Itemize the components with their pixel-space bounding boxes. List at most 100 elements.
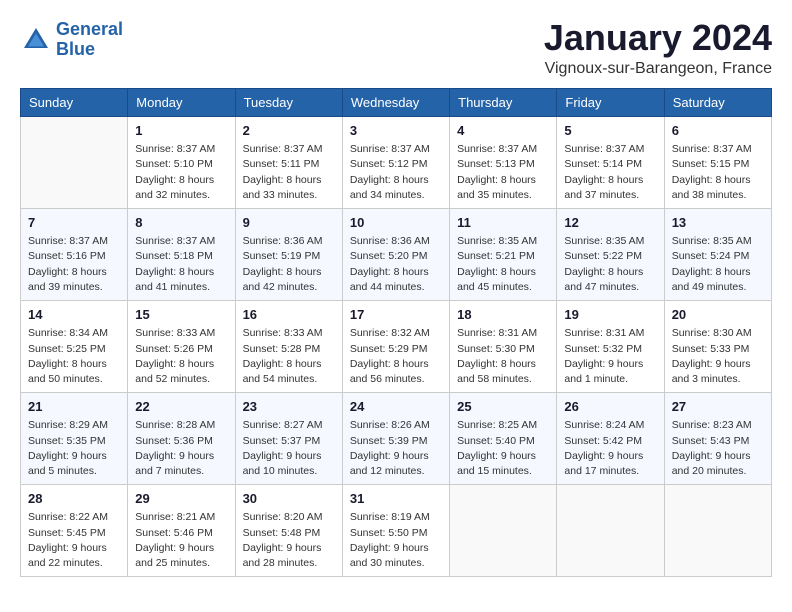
day-number: 3 (350, 122, 442, 140)
header-row: Sunday Monday Tuesday Wednesday Thursday… (21, 89, 772, 117)
logo-line1: General (56, 19, 123, 39)
day-cell (21, 117, 128, 209)
day-info: Sunrise: 8:25 AMSunset: 5:40 PMDaylight:… (457, 418, 549, 479)
day-cell: 29 Sunrise: 8:21 AMSunset: 5:46 PMDayligh… (128, 485, 235, 577)
day-cell: 27Sunrise: 8:23 AMSunset: 5:43 PMDayligh… (664, 393, 771, 485)
day-info: Sunrise: 8:26 AMSunset: 5:39 PMDaylight:… (350, 418, 442, 479)
day-number: 10 (350, 214, 442, 232)
day-info: Sunrise: 8:29 AMSunset: 5:35 PMDaylight:… (28, 418, 120, 479)
day-cell: 30 Sunrise: 8:20 AMSunset: 5:48 PMDayligh… (235, 485, 342, 577)
day-info: Sunrise: 8:30 AMSunset: 5:33 PMDaylight:… (672, 326, 764, 387)
day-cell: 11 Sunrise: 8:35 AMSunset: 5:21 PMDayligh… (450, 209, 557, 301)
day-info: Sunrise: 8:37 AMSunset: 5:11 PMDaylight:… (243, 142, 335, 203)
week-row-5: 28Sunrise: 8:22 AMSunset: 5:45 PMDayligh… (21, 485, 772, 577)
day-info: Sunrise: 8:37 AMSunset: 5:16 PMDaylight:… (28, 234, 120, 295)
day-info: Sunrise: 8:32 AMSunset: 5:29 PMDaylight:… (350, 326, 442, 387)
day-info: Sunrise: 8:31 AMSunset: 5:30 PMDaylight:… (457, 326, 549, 387)
day-info: Sunrise: 8:21 AMSunset: 5:46 PMDaylight:… (135, 510, 227, 571)
logo-icon (20, 24, 52, 56)
day-cell: 23 Sunrise: 8:27 AMSunset: 5:37 PMDayligh… (235, 393, 342, 485)
day-cell: 22 Sunrise: 8:28 AMSunset: 5:36 PMDayligh… (128, 393, 235, 485)
day-cell: 3 Sunrise: 8:37 AMSunset: 5:12 PMDaylight… (342, 117, 449, 209)
week-row-3: 14 Sunrise: 8:34 AMSunset: 5:25 PMDayligh… (21, 301, 772, 393)
day-number: 17 (350, 306, 442, 324)
day-cell: 17 Sunrise: 8:32 AMSunset: 5:29 PMDayligh… (342, 301, 449, 393)
day-number: 16 (243, 306, 335, 324)
day-cell: 5 Sunrise: 8:37 AMSunset: 5:14 PMDaylight… (557, 117, 664, 209)
week-row-4: 21 Sunrise: 8:29 AMSunset: 5:35 PMDayligh… (21, 393, 772, 485)
calendar-table: Sunday Monday Tuesday Wednesday Thursday… (20, 88, 772, 577)
day-info: Sunrise: 8:20 AMSunset: 5:48 PMDaylight:… (243, 510, 335, 571)
day-info: Sunrise: 8:35 AMSunset: 5:21 PMDaylight:… (457, 234, 549, 295)
day-info: Sunrise: 8:37 AMSunset: 5:15 PMDaylight:… (672, 142, 764, 203)
day-number: 18 (457, 306, 549, 324)
day-cell: 15 Sunrise: 8:33 AMSunset: 5:26 PMDayligh… (128, 301, 235, 393)
day-cell: 7 Sunrise: 8:37 AMSunset: 5:16 PMDaylight… (21, 209, 128, 301)
calendar-body: 1Sunrise: 8:37 AMSunset: 5:10 PMDaylight… (21, 117, 772, 577)
day-info: Sunrise: 8:27 AMSunset: 5:37 PMDaylight:… (243, 418, 335, 479)
day-cell: 31 Sunrise: 8:19 AMSunset: 5:50 PMDayligh… (342, 485, 449, 577)
day-info: Sunrise: 8:37 AMSunset: 5:12 PMDaylight:… (350, 142, 442, 203)
day-cell: 26Sunrise: 8:24 AMSunset: 5:42 PMDayligh… (557, 393, 664, 485)
day-number: 22 (135, 398, 227, 416)
day-cell: 8 Sunrise: 8:37 AMSunset: 5:18 PMDaylight… (128, 209, 235, 301)
header-monday: Monday (128, 89, 235, 117)
day-cell: 19Sunrise: 8:31 AMSunset: 5:32 PMDayligh… (557, 301, 664, 393)
day-number: 29 (135, 490, 227, 508)
logo-line2: Blue (56, 39, 95, 59)
week-row-1: 1Sunrise: 8:37 AMSunset: 5:10 PMDaylight… (21, 117, 772, 209)
calendar-header: Sunday Monday Tuesday Wednesday Thursday… (21, 89, 772, 117)
day-number: 4 (457, 122, 549, 140)
day-info: Sunrise: 8:34 AMSunset: 5:25 PMDaylight:… (28, 326, 120, 387)
logo: General Blue (20, 20, 123, 60)
title-block: January 2024 Vignoux-sur-Barangeon, Fran… (544, 20, 772, 78)
day-number: 26 (564, 398, 656, 416)
header-wednesday: Wednesday (342, 89, 449, 117)
day-number: 19 (564, 306, 656, 324)
header-tuesday: Tuesday (235, 89, 342, 117)
day-number: 23 (243, 398, 335, 416)
day-number: 7 (28, 214, 120, 232)
day-info: Sunrise: 8:19 AMSunset: 5:50 PMDaylight:… (350, 510, 442, 571)
day-cell: 16Sunrise: 8:33 AMSunset: 5:28 PMDayligh… (235, 301, 342, 393)
day-cell: 4 Sunrise: 8:37 AMSunset: 5:13 PMDaylight… (450, 117, 557, 209)
day-number: 31 (350, 490, 442, 508)
day-number: 5 (564, 122, 656, 140)
header-friday: Friday (557, 89, 664, 117)
header-thursday: Thursday (450, 89, 557, 117)
day-cell (557, 485, 664, 577)
day-number: 24 (350, 398, 442, 416)
day-number: 12 (564, 214, 656, 232)
day-number: 1 (135, 122, 227, 140)
day-number: 20 (672, 306, 764, 324)
day-info: Sunrise: 8:33 AMSunset: 5:26 PMDaylight:… (135, 326, 227, 387)
day-number: 11 (457, 214, 549, 232)
day-info: Sunrise: 8:37 AMSunset: 5:13 PMDaylight:… (457, 142, 549, 203)
day-cell: 14 Sunrise: 8:34 AMSunset: 5:25 PMDayligh… (21, 301, 128, 393)
day-info: Sunrise: 8:28 AMSunset: 5:36 PMDaylight:… (135, 418, 227, 479)
location-subtitle: Vignoux-sur-Barangeon, France (544, 60, 772, 78)
day-number: 13 (672, 214, 764, 232)
day-cell: 9Sunrise: 8:36 AMSunset: 5:19 PMDaylight… (235, 209, 342, 301)
day-number: 21 (28, 398, 120, 416)
day-info: Sunrise: 8:37 AMSunset: 5:18 PMDaylight:… (135, 234, 227, 295)
day-cell: 24 Sunrise: 8:26 AMSunset: 5:39 PMDayligh… (342, 393, 449, 485)
day-number: 15 (135, 306, 227, 324)
month-title: January 2024 (544, 20, 772, 56)
day-number: 8 (135, 214, 227, 232)
day-info: Sunrise: 8:37 AMSunset: 5:14 PMDaylight:… (564, 142, 656, 203)
day-number: 14 (28, 306, 120, 324)
day-cell: 1Sunrise: 8:37 AMSunset: 5:10 PMDaylight… (128, 117, 235, 209)
day-cell: 13 Sunrise: 8:35 AMSunset: 5:24 PMDayligh… (664, 209, 771, 301)
day-cell: 28Sunrise: 8:22 AMSunset: 5:45 PMDayligh… (21, 485, 128, 577)
day-cell: 6Sunrise: 8:37 AMSunset: 5:15 PMDaylight… (664, 117, 771, 209)
day-info: Sunrise: 8:35 AMSunset: 5:22 PMDaylight:… (564, 234, 656, 295)
header-saturday: Saturday (664, 89, 771, 117)
day-number: 30 (243, 490, 335, 508)
day-cell: 21 Sunrise: 8:29 AMSunset: 5:35 PMDayligh… (21, 393, 128, 485)
day-cell: 10Sunrise: 8:36 AMSunset: 5:20 PMDayligh… (342, 209, 449, 301)
day-cell: 12 Sunrise: 8:35 AMSunset: 5:22 PMDayligh… (557, 209, 664, 301)
day-cell (664, 485, 771, 577)
day-info: Sunrise: 8:35 AMSunset: 5:24 PMDaylight:… (672, 234, 764, 295)
day-cell: 18 Sunrise: 8:31 AMSunset: 5:30 PMDayligh… (450, 301, 557, 393)
